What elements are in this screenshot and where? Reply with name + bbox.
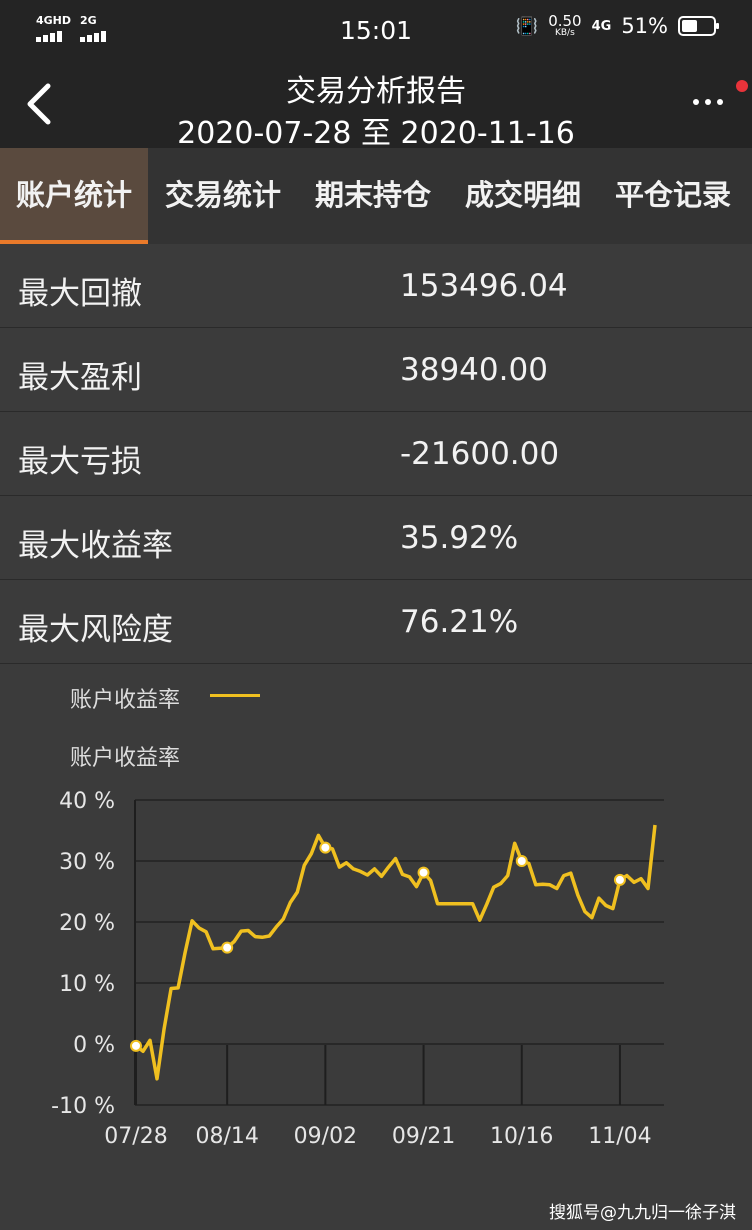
- app-header: 交易分析报告 2020-07-28 至 2020-11-16: [0, 62, 752, 151]
- stat-value: 153496.04: [400, 268, 568, 304]
- data-point: [130, 1039, 142, 1052]
- stat-row-max-loss: 最大亏损 -21600.00: [0, 412, 752, 496]
- notification-dot: [736, 80, 748, 92]
- stat-row-max-risk: 最大风险度 76.21%: [0, 580, 752, 664]
- x-tick-label: 09/02: [294, 1124, 357, 1149]
- page-title: 交易分析报告: [286, 74, 466, 109]
- stats-list: 最大回撤 153496.04 最大盈利 38940.00 最大亏损 -21600…: [0, 244, 752, 664]
- tab-bar: 账户统计 交易统计 期末持仓 成交明细 平仓记录: [0, 148, 752, 244]
- stat-value: -21600.00: [400, 436, 560, 472]
- status-bar: 4GHD 2G 15:01 📳 0.50 KB/s 4G 51%: [0, 0, 752, 62]
- stat-row-max-drawdown: 最大回撤 153496.04: [0, 244, 752, 328]
- data-point: [319, 841, 332, 854]
- y-tick-label: 20 %: [59, 911, 115, 936]
- y-tick-label: -10 %: [51, 1094, 115, 1119]
- x-tick-label: 07/28: [104, 1124, 167, 1149]
- y-tick-label: 30 %: [59, 850, 115, 875]
- x-tick-label: 10/16: [490, 1124, 553, 1149]
- tab-trade-stats[interactable]: 交易统计: [148, 148, 298, 244]
- return-chart: 40 % 30 % 20 % 10 % 0 % -10 % 07/28 08/14 09/02 0…: [51, 789, 664, 1149]
- date-range: 2020-07-28 至 2020-11-16: [177, 116, 575, 151]
- battery-icon: [678, 16, 719, 36]
- more-options-icon[interactable]: [690, 90, 730, 110]
- stat-value: 35.92%: [400, 520, 519, 556]
- data-point: [613, 873, 626, 886]
- status-right: 📳 0.50 KB/s 4G 51%: [515, 14, 719, 39]
- x-tick-label: 08/14: [195, 1124, 258, 1149]
- watermark: 搜狐号@九九归一徐子淇: [549, 1203, 736, 1223]
- net-speed: 0.50 KB/s: [548, 14, 581, 39]
- stat-row-max-profit: 最大盈利 38940.00: [0, 328, 752, 412]
- tab-closing-records[interactable]: 平仓记录: [598, 148, 748, 244]
- y-tick-label: 10 %: [59, 972, 115, 997]
- stat-label: 最大亏损: [18, 444, 142, 480]
- network-type: 4G: [591, 18, 612, 34]
- tab-account-stats[interactable]: 账户统计: [0, 148, 148, 244]
- x-tick-label: 11/04: [588, 1124, 651, 1149]
- tab-trade-details[interactable]: 成交明细: [448, 148, 598, 244]
- data-point: [515, 855, 528, 867]
- stat-label: 最大回撤: [18, 276, 142, 312]
- x-tick-label: 09/21: [392, 1124, 455, 1149]
- battery-percent: 51%: [621, 14, 668, 38]
- stat-label: 最大收益率: [18, 528, 173, 564]
- y-tick-label: 0 %: [73, 1033, 115, 1058]
- vibrate-icon: 📳: [515, 15, 539, 37]
- series-line: [134, 824, 657, 1081]
- stat-value: 76.21%: [400, 604, 519, 640]
- tab-ending-positions[interactable]: 期末持仓: [298, 148, 448, 244]
- stat-label: 最大风险度: [18, 612, 173, 648]
- data-point: [417, 866, 430, 879]
- stat-row-max-return: 最大收益率 35.92%: [0, 496, 752, 580]
- stat-value: 38940.00: [400, 352, 548, 388]
- data-point: [221, 941, 234, 954]
- y-tick-label: 40 %: [59, 789, 115, 814]
- stat-label: 最大盈利: [18, 360, 142, 396]
